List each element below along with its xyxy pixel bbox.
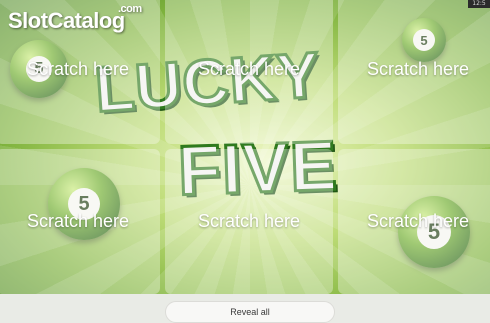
scratch-label: Scratch here [197,58,301,79]
scratch-label: Scratch here [197,211,301,231]
watermark-domain: .com [118,3,142,15]
scratch-grid: Scratch here Scratch here Scratch here S… [0,0,490,294]
scratch-panel-6[interactable]: Scratch here [338,149,490,294]
clock-readout: 12:5 [468,0,490,8]
slotcatalog-watermark: SlotCatalog .com [8,3,142,34]
scratch-label: Scratch here [26,58,130,79]
scratch-panel-2[interactable]: Scratch here [165,0,333,144]
scratch-label: Scratch here [366,58,470,79]
scratch-panel-5[interactable]: Scratch here [165,149,333,294]
scratch-label: Scratch here [366,211,470,231]
watermark-brand: SlotCatalog [8,8,125,33]
scratch-label: Scratch here [26,211,130,231]
reveal-all-button[interactable]: Reveal all [165,301,335,323]
scratch-panel-4[interactable]: Scratch here [0,149,160,294]
scratch-panel-3[interactable]: Scratch here [338,0,490,144]
